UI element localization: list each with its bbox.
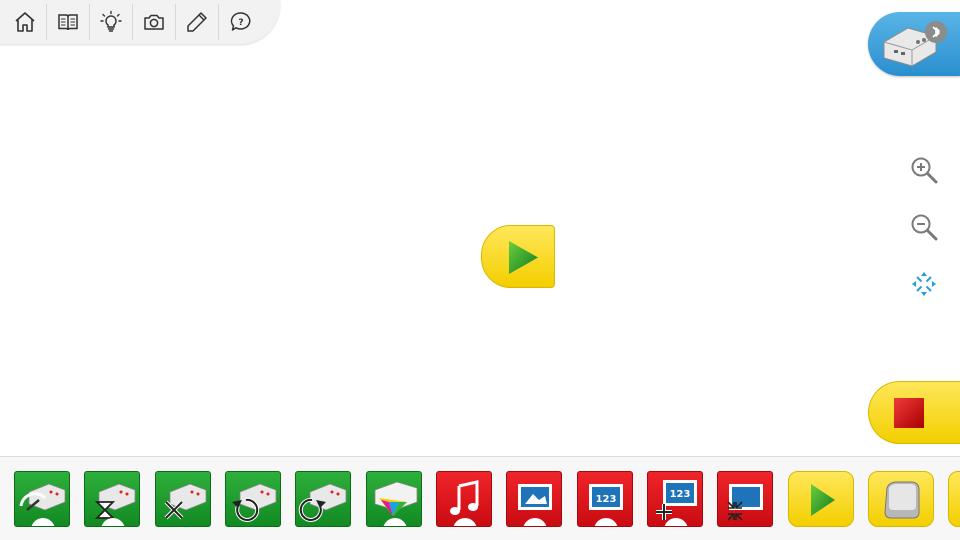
keyboard-key-icon bbox=[884, 481, 920, 519]
motor-clockwise-block[interactable] bbox=[295, 471, 351, 527]
smarthub-icon bbox=[883, 21, 947, 67]
help-button[interactable]: ? bbox=[219, 4, 262, 40]
top-toolbar: ? bbox=[0, 0, 280, 44]
motor-counterclockwise-block[interactable] bbox=[225, 471, 281, 527]
lightbulb-button[interactable] bbox=[90, 4, 133, 40]
shrink-display-block[interactable] bbox=[717, 471, 773, 527]
display-number-block[interactable]: 123 bbox=[577, 471, 633, 527]
zoom-in-icon bbox=[911, 157, 938, 184]
more-palette-block[interactable] bbox=[948, 471, 960, 527]
motor-on-for-time-block[interactable] bbox=[84, 471, 140, 527]
rotate-left-icon bbox=[232, 483, 277, 522]
book-icon bbox=[58, 14, 78, 31]
play-icon bbox=[509, 241, 538, 274]
pencil-button[interactable] bbox=[176, 4, 219, 40]
hub-connect-button[interactable] bbox=[868, 12, 960, 76]
home-icon bbox=[15, 12, 35, 32]
add-to-display-block[interactable]: 123 bbox=[647, 471, 703, 527]
zoom-out-button[interactable] bbox=[906, 209, 942, 245]
stop-square-icon bbox=[894, 398, 924, 428]
zoom-in-button[interactable] bbox=[906, 152, 942, 188]
motor-off-x-icon bbox=[164, 483, 207, 520]
stop-button[interactable] bbox=[868, 381, 960, 444]
motor-off-block[interactable] bbox=[155, 471, 211, 527]
pencil-icon bbox=[187, 12, 207, 32]
lightbulb-icon bbox=[100, 10, 122, 32]
hub-light-color-block[interactable] bbox=[366, 471, 422, 527]
add-display-number-label: 123 bbox=[670, 489, 691, 500]
start-on-key-block[interactable] bbox=[868, 471, 934, 527]
help-label: ? bbox=[238, 18, 243, 28]
shrink-display-icon bbox=[727, 484, 763, 521]
play-sound-block[interactable] bbox=[436, 471, 492, 527]
canvas-start-block[interactable] bbox=[481, 225, 555, 288]
display-image-block[interactable] bbox=[506, 471, 562, 527]
start-play-icon bbox=[811, 484, 835, 516]
help-bubble-icon: ? bbox=[230, 12, 250, 31]
display-number-label: 123 bbox=[596, 494, 617, 505]
fit-to-screen-button[interactable] bbox=[906, 266, 942, 302]
zoom-out-icon bbox=[911, 214, 938, 241]
app-window: ? 123 123 bbox=[0, 0, 960, 540]
camera-icon bbox=[144, 14, 164, 30]
book-button[interactable] bbox=[47, 4, 90, 40]
rotate-right-icon bbox=[298, 483, 347, 522]
block-palette: 123 123 bbox=[0, 456, 960, 540]
camera-button[interactable] bbox=[133, 4, 176, 40]
home-button[interactable] bbox=[4, 4, 47, 40]
fit-to-screen-icon bbox=[912, 272, 936, 296]
motor-power-block[interactable] bbox=[14, 471, 70, 527]
start-block[interactable] bbox=[788, 471, 854, 527]
